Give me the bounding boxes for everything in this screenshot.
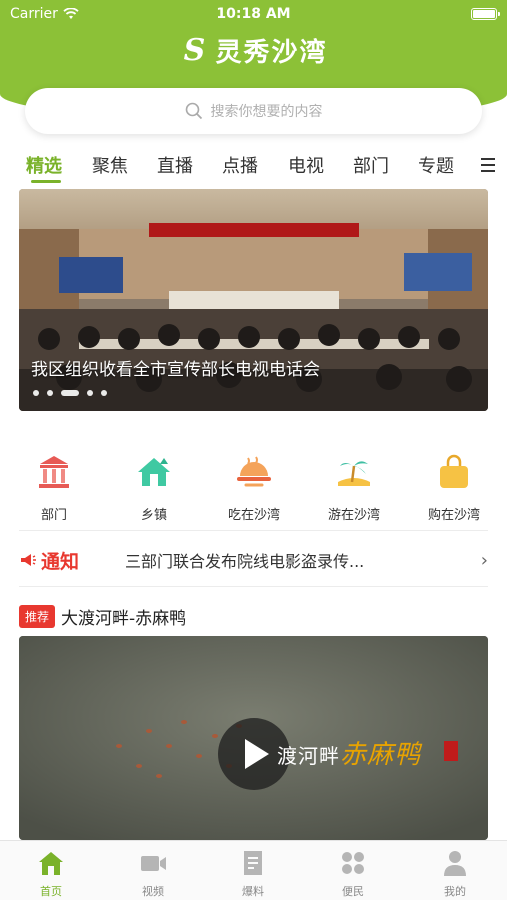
nav-label: 首页 [40, 885, 62, 898]
menu-item-travel[interactable]: 游在沙湾 [309, 452, 399, 523]
video-overlay-text: 渡河畔 [277, 744, 340, 768]
nav-profile[interactable]: 我的 [420, 849, 490, 899]
menu-item-departments[interactable]: 部门 [9, 452, 99, 523]
video-overlay-accent: 赤麻鸭 [340, 740, 422, 770]
video-camera-icon [141, 856, 166, 871]
menu-item-shopping[interactable]: 购在沙湾 [409, 452, 499, 523]
tab-departments[interactable]: 部门 [353, 152, 389, 178]
recommend-tag: 推荐 [19, 605, 56, 628]
search-bar[interactable]: 搜索你想要的内容 [25, 88, 482, 134]
nav-label: 我的 [444, 885, 466, 898]
quick-menu: 部门 乡镇 吃在沙湾 游在沙湾 购在沙湾 [0, 452, 507, 523]
logo-title: 灵秀沙湾 [215, 38, 328, 68]
menu-item-food[interactable]: 吃在沙湾 [209, 452, 299, 523]
nav-video[interactable]: 视频 [118, 849, 188, 899]
menu-label: 游在沙湾 [327, 508, 380, 523]
status-time: 10:18 AM [216, 6, 291, 22]
nav-report[interactable]: 爆料 [218, 849, 288, 899]
category-tabs: 精选 聚焦 直播 点播 电视 部门 专题 [0, 152, 507, 184]
nav-label: 视频 [142, 885, 164, 898]
app-logo: S 灵秀沙湾 [0, 32, 507, 69]
nav-home[interactable]: 首页 [16, 849, 86, 899]
tab-vod[interactable]: 点播 [222, 152, 258, 178]
recommend-title: 大渡河畔-赤麻鸭 [61, 609, 187, 629]
banner-dot[interactable] [87, 390, 93, 396]
banner-dot-active[interactable] [61, 390, 79, 396]
divider [19, 586, 488, 587]
grid-apps-icon [342, 852, 364, 874]
document-icon [244, 851, 262, 875]
tab-live[interactable]: 直播 [157, 152, 193, 178]
status-bar: Carrier 10:18 AM [0, 4, 507, 24]
tabs-menu-icon[interactable] [481, 158, 495, 176]
notice-bar[interactable]: 通知 三部门联合发布院线电影盗录传... › [19, 540, 488, 580]
township-house-icon [138, 458, 170, 486]
recommend-header[interactable]: 推荐 大渡河畔-赤麻鸭 [19, 604, 186, 629]
banner-dot[interactable] [33, 390, 39, 396]
government-building-icon [39, 456, 69, 488]
menu-label: 购在沙湾 [427, 508, 480, 523]
divider [19, 530, 488, 531]
search-icon [185, 102, 202, 120]
shopping-bag-icon [440, 454, 468, 488]
battery-icon [471, 8, 500, 20]
tab-topics[interactable]: 专题 [418, 152, 454, 178]
tab-active-indicator [31, 180, 61, 183]
banner-pagination [33, 390, 107, 396]
home-icon [39, 852, 63, 875]
tab-tv[interactable]: 电视 [288, 152, 324, 178]
notice-badge: 通知 [19, 547, 117, 574]
tab-featured[interactable]: 精选 [26, 152, 62, 178]
bottom-tab-bar: 首页 视频 爆料 便民 我的 [0, 840, 507, 900]
logo-s-icon: S [183, 33, 206, 68]
menu-label: 部门 [40, 508, 67, 523]
menu-label: 吃在沙湾 [227, 508, 280, 523]
search-placeholder: 搜索你想要的内容 [210, 104, 323, 120]
banner-caption: 我区组织收看全市宣传部长电视电话会 [31, 360, 320, 380]
video-overlay-title: 渡河畔赤麻鸭 [277, 734, 421, 771]
food-dish-icon [237, 456, 271, 487]
nav-services[interactable]: 便民 [318, 849, 388, 899]
banner-dot[interactable] [101, 390, 107, 396]
notice-text: 三部门联合发布院线电影盗录传... [125, 552, 365, 571]
menu-label: 乡镇 [140, 508, 167, 523]
nav-label: 便民 [342, 885, 364, 898]
nav-label: 爆料 [242, 885, 264, 898]
banner-dot[interactable] [47, 390, 53, 396]
tab-focus[interactable]: 聚焦 [92, 152, 128, 178]
megaphone-icon [21, 554, 36, 566]
user-icon [444, 851, 466, 876]
video-card[interactable]: 渡河畔赤麻鸭 [19, 636, 488, 840]
menu-item-townships[interactable]: 乡镇 [109, 452, 199, 523]
chevron-right-icon[interactable]: › [474, 550, 488, 571]
news-banner[interactable]: 我区组织收看全市宣传部长电视电话会 [19, 189, 488, 411]
notice-label: 通知 [41, 550, 80, 573]
palm-island-icon [338, 461, 370, 486]
